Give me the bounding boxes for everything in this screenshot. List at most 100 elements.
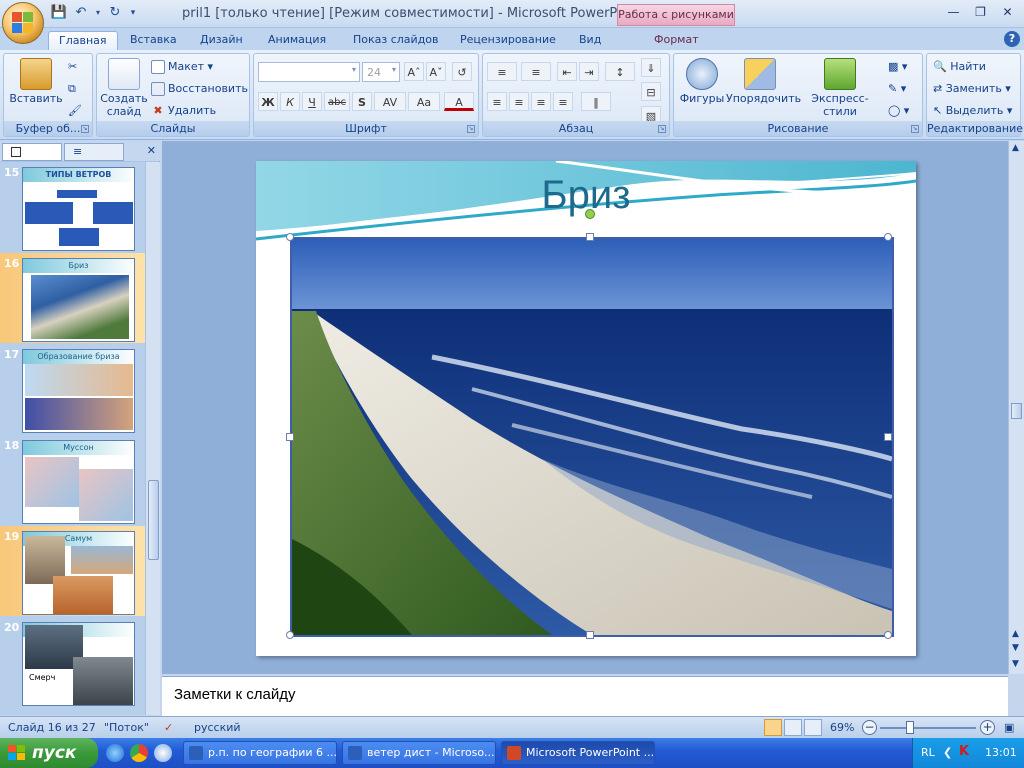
reset-button[interactable]: Восстановить	[151, 80, 248, 98]
minimize-icon[interactable]: —	[941, 3, 966, 23]
keyboard-layout[interactable]: RL	[921, 746, 935, 759]
customize-qat-icon[interactable]: ▾	[128, 4, 138, 22]
increase-indent-icon[interactable]: ⇥	[579, 62, 599, 81]
tab-animation[interactable]: Анимация	[258, 31, 336, 50]
task-word-wind[interactable]: ветер дист - Microso...	[342, 741, 496, 765]
shape-outline-icon[interactable]: ✎ ▾	[888, 80, 906, 98]
shapes-button[interactable]: Фигуры	[678, 58, 726, 105]
align-center-icon[interactable]: ≡	[509, 92, 529, 111]
prev-slide-icon[interactable]: ▲	[1012, 629, 1019, 639]
slide-sorter-icon[interactable]	[784, 719, 802, 736]
select-button[interactable]: ↖ Выделить ▾	[933, 102, 1012, 120]
undo-icon[interactable]: ↶	[72, 4, 90, 22]
align-right-icon[interactable]: ≡	[531, 92, 551, 111]
shadow-button[interactable]: S	[352, 92, 372, 111]
font-name-field[interactable]: ▾	[258, 62, 360, 82]
resize-handle-r[interactable]	[884, 433, 892, 441]
thumbnail-20[interactable]: 20 Смерч	[0, 617, 145, 707]
save-icon[interactable]: 💾	[50, 4, 68, 22]
resize-handle-l[interactable]	[286, 433, 294, 441]
tab-review[interactable]: Рецензирование	[450, 31, 566, 50]
restore-icon[interactable]: ❐	[968, 3, 993, 23]
media-player-icon[interactable]	[154, 744, 172, 762]
font-color-icon[interactable]: A	[444, 92, 474, 111]
clipboard-launcher-icon[interactable]: ↘	[81, 125, 89, 133]
font-size-field[interactable]: 24 ▾	[362, 62, 400, 82]
find-button[interactable]: 🔍 Найти	[933, 58, 986, 76]
spellcheck-icon[interactable]: ✓	[164, 721, 173, 734]
align-left-icon[interactable]: ≡	[487, 92, 507, 111]
italic-button[interactable]: К	[280, 92, 300, 111]
bullets-icon[interactable]: ≡	[487, 62, 517, 81]
task-powerpoint[interactable]: Microsoft PowerPoint ...	[501, 741, 655, 765]
justify-icon[interactable]: ≡	[553, 92, 573, 111]
thumbnail-19[interactable]: 19 Самум	[0, 526, 145, 616]
redo-icon[interactable]: ↻	[106, 4, 124, 22]
delete-slide-button[interactable]: ✖ Удалить	[151, 102, 216, 120]
scrollbar-thumb[interactable]	[1011, 403, 1022, 419]
font-launcher-icon[interactable]: ↘	[467, 125, 475, 133]
decrease-indent-icon[interactable]: ⇤	[557, 62, 577, 81]
layout-button[interactable]: Макет ▾	[151, 58, 213, 76]
task-word-geography[interactable]: р.п. по географии 6 ...	[183, 741, 337, 765]
paragraph-launcher-icon[interactable]: ↘	[658, 125, 666, 133]
new-slide-button[interactable]: Создать слайд	[99, 58, 149, 118]
zoom-slider-knob[interactable]	[906, 721, 914, 734]
char-spacing-icon[interactable]: AV	[374, 92, 406, 111]
next-slide-icon[interactable]: ▼	[1012, 643, 1019, 653]
normal-view-icon[interactable]	[764, 719, 782, 736]
fit-to-window-icon[interactable]: ▣	[1004, 721, 1014, 734]
numbering-icon[interactable]: ≡	[521, 62, 551, 81]
office-button[interactable]	[2, 2, 44, 44]
zoom-slider[interactable]	[880, 727, 976, 729]
rotate-handle[interactable]	[585, 209, 595, 219]
scroll-down-icon[interactable]: ▼	[1012, 659, 1019, 669]
resize-handle-bl[interactable]	[286, 631, 294, 639]
thumbnail-15[interactable]: 15 ТИПЫ ВЕТРОВ	[0, 162, 145, 252]
shape-fill-icon[interactable]: ▩ ▾	[888, 58, 907, 76]
underline-button[interactable]: Ч	[302, 92, 322, 111]
grow-font-icon[interactable]: Aˆ	[404, 62, 424, 81]
antivirus-icon[interactable]: K	[959, 744, 969, 759]
copy-icon[interactable]: ⧉	[68, 80, 76, 98]
thumbnails-scrollbar[interactable]	[145, 162, 160, 715]
shape-effects-icon[interactable]: ◯ ▾	[888, 102, 909, 120]
tab-slides[interactable]	[2, 143, 62, 161]
align-text-icon[interactable]: ⊟	[641, 82, 661, 101]
tab-design[interactable]: Дизайн	[190, 31, 253, 50]
arrange-button[interactable]: Упорядочить	[726, 58, 801, 105]
bold-button[interactable]: Ж	[258, 92, 278, 111]
format-painter-icon[interactable]: 🖌	[68, 102, 82, 120]
slide-scrollbar[interactable]: ▲ ▲ ▼ ▼	[1008, 141, 1024, 674]
chrome-icon[interactable]	[130, 744, 148, 762]
beach-picture[interactable]	[290, 237, 894, 637]
text-direction-icon[interactable]: ⇓	[641, 58, 661, 77]
tab-outline[interactable]: ≡	[64, 143, 124, 161]
thumbnail-17[interactable]: 17 Образование бриза	[0, 344, 145, 434]
change-case-icon[interactable]: Aa	[408, 92, 440, 111]
slide-canvas[interactable]: Бриз	[256, 161, 916, 656]
zoom-in-icon[interactable]: +	[980, 720, 995, 735]
start-button[interactable]: пуск	[0, 738, 98, 768]
resize-handle-tr[interactable]	[884, 233, 892, 241]
scrollbar-thumb[interactable]	[148, 480, 159, 560]
columns-icon[interactable]: ‖	[581, 92, 611, 111]
scroll-up-icon[interactable]: ▲	[1012, 143, 1019, 153]
close-icon[interactable]: ✕	[995, 3, 1020, 23]
help-icon[interactable]: ?	[1004, 31, 1020, 47]
clear-formatting-icon[interactable]: ↺	[452, 62, 472, 81]
dropdown-icon[interactable]: ▾	[94, 4, 102, 22]
paste-button[interactable]: Вставить	[8, 58, 64, 105]
resize-handle-t[interactable]	[586, 233, 594, 241]
language-indicator[interactable]: русский	[194, 721, 241, 734]
shrink-font-icon[interactable]: Aˇ	[426, 62, 446, 81]
close-icon[interactable]: ✕	[147, 144, 156, 157]
zoom-level[interactable]: 69%	[830, 721, 854, 734]
zoom-out-icon[interactable]: −	[862, 720, 877, 735]
replace-button[interactable]: ⇄ Заменить ▾	[933, 80, 1011, 98]
drawing-launcher-icon[interactable]: ↘	[911, 125, 919, 133]
quick-styles-button[interactable]: Экспресс-стили	[798, 58, 882, 118]
tab-format[interactable]: Формат	[644, 31, 709, 50]
thumbnail-18[interactable]: 18 Муссон	[0, 435, 145, 525]
line-spacing-icon[interactable]: ↕	[605, 62, 635, 81]
